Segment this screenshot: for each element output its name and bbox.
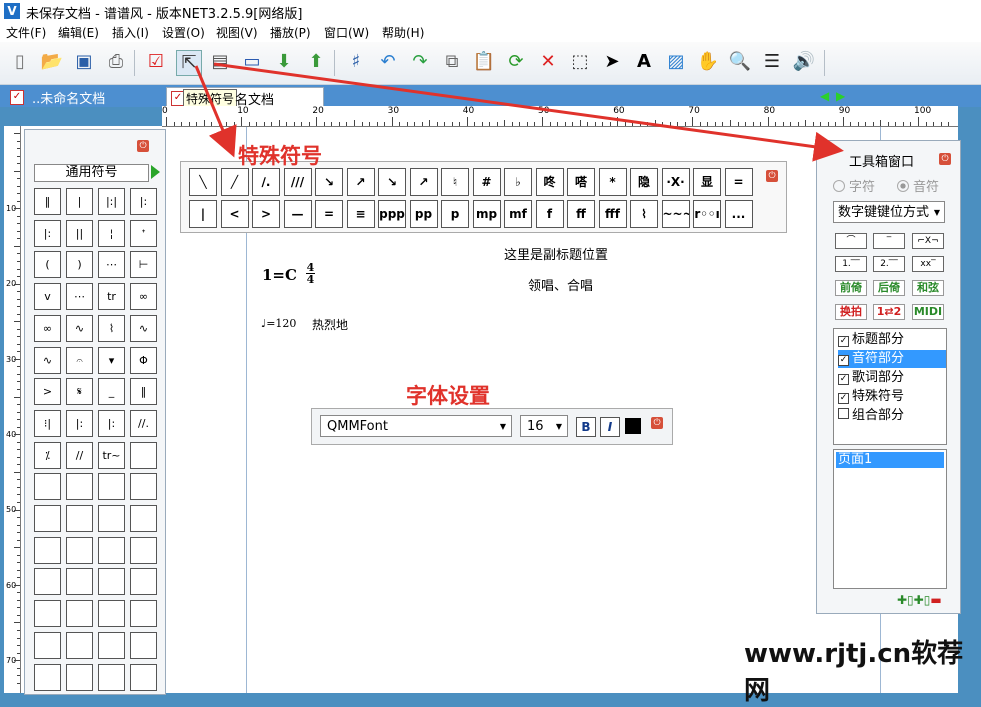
annotation-arrows bbox=[194, 62, 844, 162]
watermark: www.rjtj.cn软荐网 bbox=[744, 639, 964, 706]
arrow-to-toolbox bbox=[213, 62, 844, 162]
arrow-to-special-symbols bbox=[194, 65, 237, 158]
